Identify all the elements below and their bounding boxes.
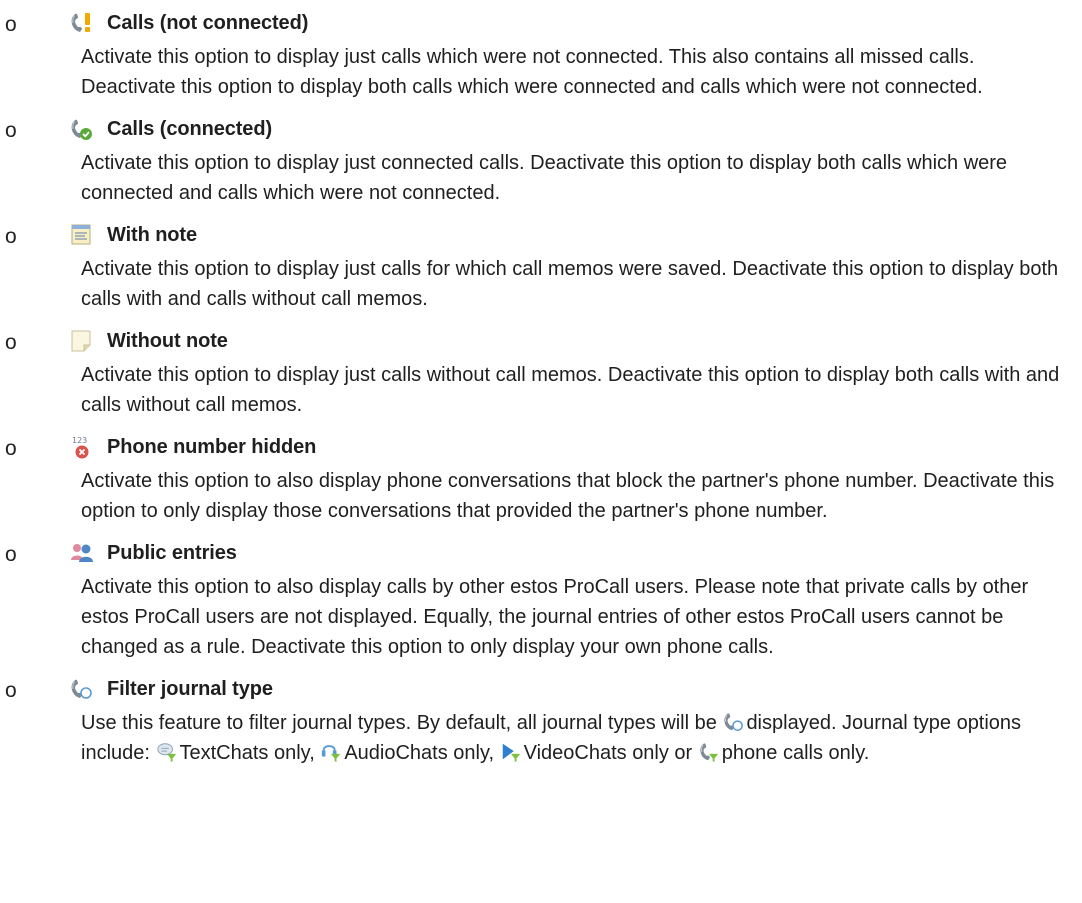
videochat-filter-icon	[500, 741, 522, 763]
option-description: Activate this option to display just cal…	[81, 258, 1059, 310]
option-title: Calls (not connected)	[107, 11, 309, 34]
list-item: o Calls (not connected) Activate this op…	[0, 4, 1082, 102]
bullet-marker: o	[5, 119, 17, 142]
phone-search-icon	[722, 711, 744, 733]
list-item: o With note Activate this option to disp…	[0, 216, 1082, 314]
bullet-marker: o	[5, 543, 17, 566]
textchat-filter-icon	[156, 741, 178, 763]
option-description: Activate this option to also display cal…	[81, 576, 1029, 658]
desc-text: Use this feature to filter journal types…	[81, 712, 723, 734]
option-description: Activate this option to also display pho…	[81, 470, 1055, 522]
desc-text: VideoChats only or	[523, 742, 698, 764]
phone-warning-icon	[69, 11, 93, 35]
option-title: Filter journal type	[107, 677, 273, 700]
option-description: Activate this option to display just cal…	[81, 364, 1060, 416]
phone-filter-icon	[69, 677, 93, 701]
option-title: With note	[107, 223, 198, 246]
option-description: Activate this option to display just con…	[81, 152, 1008, 204]
audiochat-filter-icon	[320, 741, 342, 763]
option-description: Use this feature to filter journal types…	[81, 708, 1082, 768]
option-title: Public entries	[107, 541, 237, 564]
hidden-number-icon: 123	[69, 435, 93, 459]
phonecall-filter-icon	[698, 741, 720, 763]
desc-text: phone calls only.	[721, 742, 870, 764]
public-users-icon	[69, 541, 93, 565]
list-item: o Without note Activate this option to d…	[0, 322, 1082, 420]
bullet-marker: o	[5, 331, 17, 354]
bullet-marker: o	[5, 679, 17, 702]
option-title: Phone number hidden	[107, 435, 317, 458]
bullet-marker: o	[5, 437, 17, 460]
bullet-marker: o	[5, 225, 17, 248]
option-list: o Calls (not connected) Activate this op…	[0, 0, 1082, 768]
svg-text:123: 123	[72, 436, 87, 445]
list-item: o Public entries Activate this option to…	[0, 534, 1082, 662]
option-description: Activate this option to display just cal…	[81, 46, 983, 98]
blank-note-icon	[69, 329, 93, 353]
list-item: o 123 Phone number hidden Activate this …	[0, 428, 1082, 526]
list-item: o Calls (connected) Activate this option…	[0, 110, 1082, 208]
list-item: o Filter journal type Use this feature t…	[0, 670, 1082, 768]
phone-connected-icon	[69, 117, 93, 141]
option-title: Calls (connected)	[107, 117, 272, 140]
desc-text: AudioChats only,	[344, 742, 500, 764]
option-title: Without note	[107, 329, 228, 352]
note-icon	[69, 223, 93, 247]
bullet-marker: o	[5, 13, 17, 36]
desc-text: TextChats only,	[179, 742, 321, 764]
